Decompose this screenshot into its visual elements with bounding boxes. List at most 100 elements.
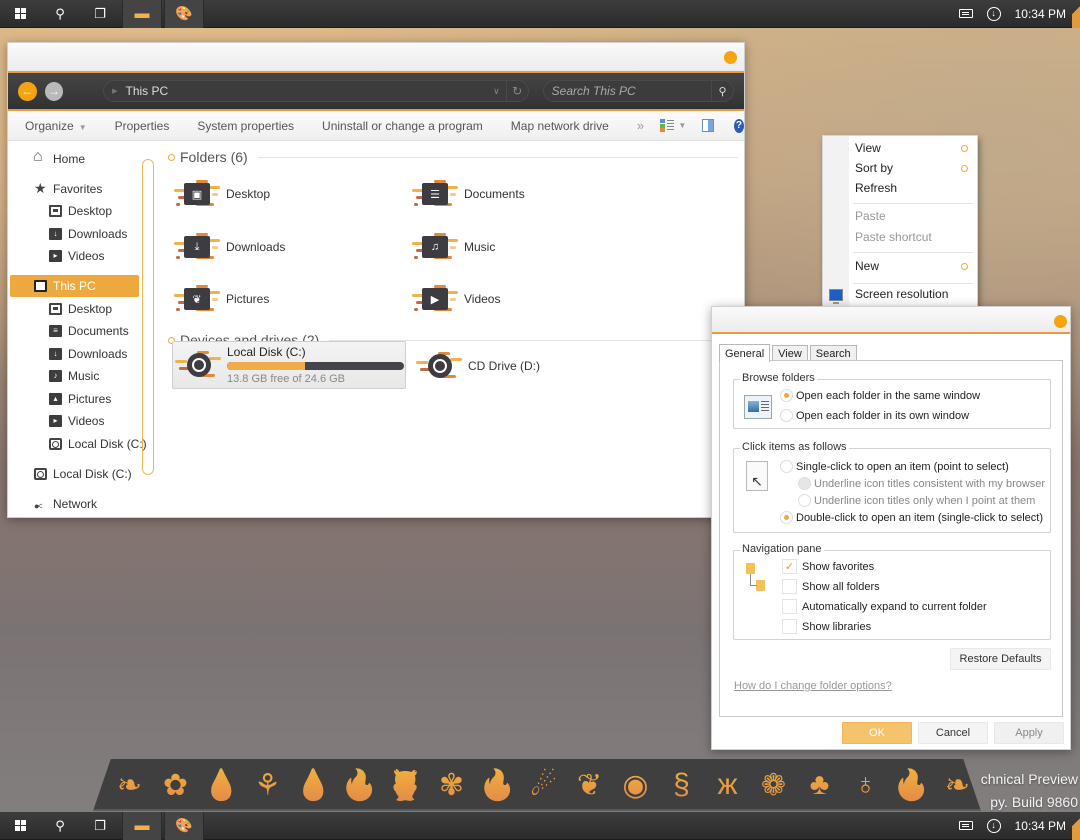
help-icon[interactable]: ? <box>733 118 745 133</box>
dock-drop-moon-icon[interactable]: ♁ <box>847 765 884 805</box>
more-commands-button[interactable]: » <box>637 118 644 133</box>
checkbox-show-all-folders[interactable]: Show all folders <box>782 579 880 594</box>
menu-item-sort-by[interactable]: Sort by <box>849 158 977 178</box>
radio-button[interactable] <box>780 460 793 473</box>
dialog-titlebar[interactable] <box>712 307 1070 334</box>
dock-butterfly-icon[interactable]: ж <box>709 765 746 805</box>
start-button[interactable] <box>0 812 40 840</box>
search-button[interactable]: ⚲ <box>40 0 80 28</box>
radio-same-window[interactable]: Open each folder in the same window <box>780 389 980 402</box>
show-desktop-corner[interactable] <box>1072 812 1080 840</box>
nav-pc-downloads[interactable]: ↓ Downloads <box>49 343 127 365</box>
back-button[interactable]: ← <box>18 81 37 101</box>
action-center-icon[interactable] <box>958 9 973 18</box>
radio-underline-point[interactable]: Underline icon titles only when I point … <box>798 494 1035 507</box>
checkbox-show-libraries[interactable]: Show libraries <box>782 619 871 634</box>
preview-pane-icon[interactable] <box>702 119 714 132</box>
drive-local-disk-c[interactable]: Local Disk (C:) 13.8 GB free of 24.6 GB <box>172 341 406 389</box>
search-input[interactable] <box>543 84 712 98</box>
cancel-button[interactable]: Cancel <box>918 722 988 744</box>
folder-tile-pictures[interactable]: ❦ Pictures <box>174 284 269 314</box>
nav-pc-local-disk[interactable]: Local Disk (C:) <box>49 433 147 455</box>
checkbox[interactable] <box>782 579 797 594</box>
radio-button[interactable] <box>780 511 793 524</box>
folder-tile-documents[interactable]: ☰ Documents <box>412 179 525 209</box>
checkbox[interactable] <box>782 619 797 634</box>
nav-pc-pictures[interactable]: ▴ Pictures <box>49 388 111 410</box>
dock-fire-icon[interactable]: 🔥 <box>893 765 930 805</box>
folder-tile-downloads[interactable]: ⤓ Downloads <box>174 232 285 262</box>
refresh-button[interactable]: ↻ <box>505 80 528 102</box>
nav-pc-desktop[interactable]: Desktop <box>49 298 112 320</box>
folder-tile-videos[interactable]: ▶ Videos <box>412 284 500 314</box>
download-icon[interactable]: ↓ <box>986 6 1001 21</box>
dock-sprout-icon[interactable]: ⚘ <box>249 765 286 805</box>
system-properties-button[interactable]: System properties <box>197 119 294 133</box>
address-history-dropdown[interactable]: ∨ <box>487 86 506 97</box>
nav-pc-music[interactable]: ♪ Music <box>49 365 99 387</box>
show-desktop-corner[interactable] <box>1072 0 1080 28</box>
dock-wheat-icon[interactable]: ✿ <box>157 765 194 805</box>
restore-defaults-button[interactable]: Restore Defaults <box>950 648 1051 670</box>
radio-button[interactable] <box>798 494 811 507</box>
dock-spiral-icon[interactable]: § <box>663 765 700 805</box>
menu-item-new[interactable]: New <box>849 256 977 276</box>
checkbox-auto-expand[interactable]: Automatically expand to current folder <box>782 599 987 614</box>
radio-double-click[interactable]: Double-click to open an item (single-cli… <box>780 511 1043 524</box>
radio-own-window[interactable]: Open each folder in its own window <box>780 409 969 422</box>
taskbar-app-file-explorer[interactable]: ▬ <box>122 0 162 28</box>
nav-local-disk[interactable]: Local Disk (C:) <box>34 463 132 485</box>
nav-fav-downloads[interactable]: ↓ Downloads <box>49 223 127 245</box>
drive-cd-d[interactable]: CD Drive (D:) <box>416 351 540 381</box>
dock-flame-leaf-icon[interactable]: ❦ <box>571 765 608 805</box>
dock-rose-icon[interactable]: ❁ <box>755 765 792 805</box>
nav-fav-desktop[interactable]: Desktop <box>49 200 112 222</box>
task-view-button[interactable]: ❐ <box>80 812 120 840</box>
dock-drop-ring-icon[interactable]: 💧 <box>203 765 240 805</box>
map-network-drive-button[interactable]: Map network drive <box>511 119 609 133</box>
start-button[interactable] <box>0 0 40 28</box>
menu-item-screen-resolution[interactable]: Screen resolution <box>849 284 977 304</box>
menu-item-paste[interactable]: Paste <box>849 206 977 226</box>
address-bar[interactable]: ▶ This PC ∨ ↻ <box>103 80 529 102</box>
apply-button[interactable]: Apply <box>994 722 1064 744</box>
menu-item-refresh[interactable]: Refresh <box>849 178 977 198</box>
chevron-down-icon[interactable]: ▼ <box>678 121 686 130</box>
dock-flame-icon[interactable]: 🔥 <box>479 765 516 805</box>
radio-single-click[interactable]: Single-click to open an item (point to s… <box>780 460 1009 473</box>
radio-button[interactable] <box>780 389 793 402</box>
nav-pc-videos[interactable]: ▸ Videos <box>49 410 104 432</box>
radio-button[interactable] <box>780 409 793 422</box>
search-icon[interactable]: ⚲ <box>711 80 733 102</box>
menu-item-view[interactable]: View <box>849 138 977 158</box>
download-icon[interactable]: ↓ <box>986 818 1001 833</box>
checkbox[interactable]: ✓ <box>782 559 797 574</box>
menu-item-paste-shortcut[interactable]: Paste shortcut <box>849 227 977 247</box>
forward-button[interactable]: → <box>44 81 64 101</box>
dock-meteor-icon[interactable]: ☄ <box>525 765 562 805</box>
tab-view[interactable]: View <box>772 345 808 361</box>
nav-network[interactable]: Network <box>34 493 97 515</box>
folder-tile-desktop[interactable]: ▣ Desktop <box>174 179 270 209</box>
tab-general[interactable]: General <box>719 344 771 362</box>
nav-pc-documents[interactable]: ≡ Documents <box>49 320 129 342</box>
nav-this-pc[interactable]: This PC <box>10 275 139 297</box>
breadcrumb-arrow-icon[interactable]: ▶ <box>112 87 117 95</box>
nav-favorites[interactable]: Favorites <box>34 178 102 200</box>
dock-drop-circle-icon[interactable]: ◉ <box>617 765 654 805</box>
radio-underline-browser[interactable]: Underline icon titles consistent with my… <box>798 477 1045 490</box>
close-button[interactable] <box>724 51 737 64</box>
clock[interactable]: 10:34 PM <box>1015 819 1066 833</box>
dock-lotus-icon[interactable]: ✾ <box>433 765 470 805</box>
checkbox[interactable] <box>782 599 797 614</box>
taskbar-app-file-explorer[interactable]: ▬ <box>122 811 162 840</box>
folders-group-header[interactable]: Folders (6) <box>168 149 738 165</box>
search-button[interactable]: ⚲ <box>40 812 80 840</box>
tab-search[interactable]: Search <box>809 345 857 361</box>
dock-owl-icon[interactable]: 🦉 <box>387 765 424 805</box>
task-view-button[interactable]: ❐ <box>80 0 120 28</box>
nav-scrollbar[interactable] <box>142 159 154 475</box>
taskbar-app-paint[interactable]: 🎨 <box>164 0 204 28</box>
folder-tile-music[interactable]: ♫ Music <box>412 232 495 262</box>
action-center-icon[interactable] <box>958 821 973 830</box>
